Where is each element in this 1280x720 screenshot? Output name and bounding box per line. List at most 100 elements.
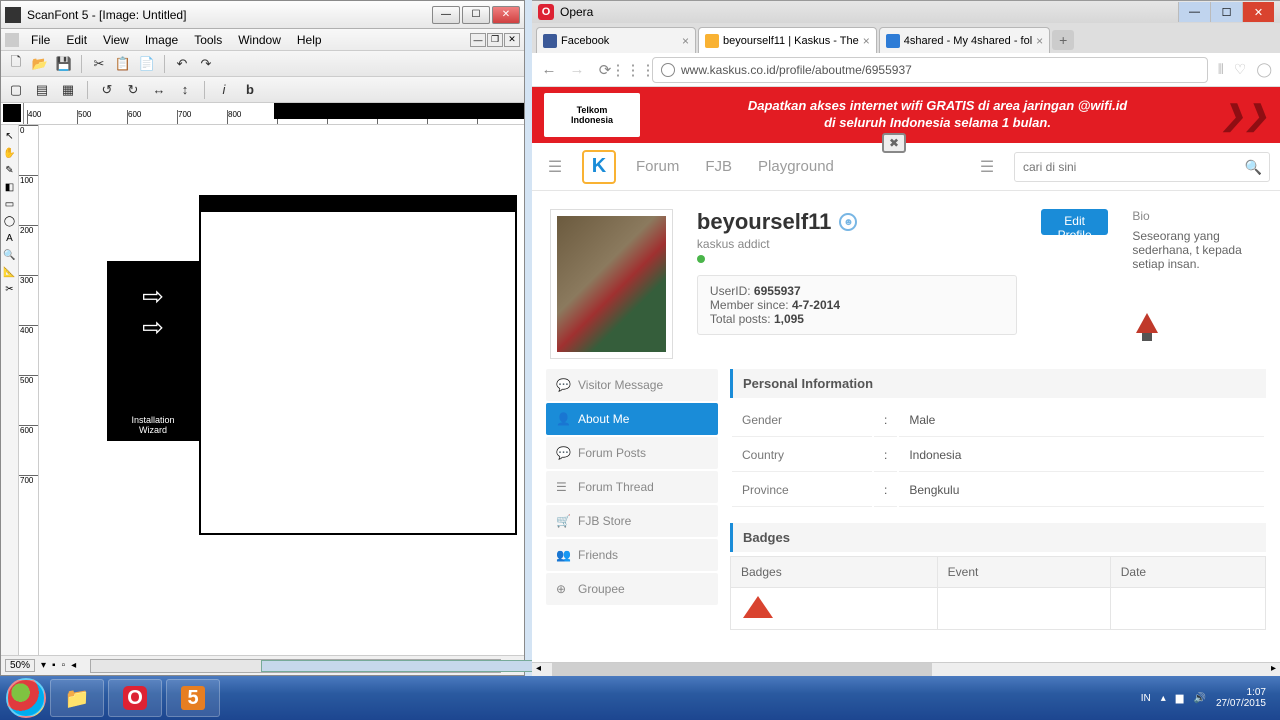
pointer-tool-icon[interactable]: ↖	[5, 131, 13, 142]
zoom-tool-icon[interactable]: 🔍	[3, 250, 15, 261]
search-input[interactable]	[1014, 152, 1270, 182]
ad-banner[interactable]: Telkom Indonesia Dapatkan akses internet…	[532, 87, 1280, 143]
tab-facebook[interactable]: Facebook ×	[536, 27, 696, 53]
menu-file[interactable]: File	[23, 31, 58, 49]
new-tab-button[interactable]: +	[1052, 30, 1074, 50]
url-input[interactable]: www.kaskus.co.id/profile/aboutme/6955937	[652, 57, 1208, 83]
save-icon[interactable]: 💾	[55, 55, 73, 73]
sidemenu-about-me[interactable]: 👤About Me	[546, 403, 718, 435]
menu-view[interactable]: View	[95, 31, 137, 49]
personal-info-heading: Personal Information	[730, 369, 1266, 398]
doc-minimize-button[interactable]: —	[470, 33, 486, 47]
tray-chevron-icon[interactable]: ▴	[1161, 693, 1166, 704]
menu-tools[interactable]: Tools	[186, 31, 230, 49]
menu-help[interactable]: Help	[289, 31, 330, 49]
maximize-button[interactable]: ☐	[462, 6, 490, 24]
menu-icon[interactable]: ☰	[974, 154, 1000, 180]
scroll-left-icon[interactable]: ◂	[536, 663, 541, 674]
undo-icon[interactable]: ↶	[173, 55, 191, 73]
tool-icon[interactable]: ▤	[33, 81, 51, 99]
paste-icon[interactable]: 📄	[138, 55, 156, 73]
scanfont-titlebar[interactable]: ScanFont 5 - [Image: Untitled] — ☐ ✕	[1, 1, 524, 29]
new-icon[interactable]: 🗋	[7, 55, 25, 73]
horizontal-scrollbar[interactable]	[90, 659, 501, 673]
close-ad-button[interactable]: ✖	[882, 133, 906, 153]
measure-tool-icon[interactable]: 📐	[3, 267, 15, 278]
rect-tool-icon[interactable]: ▭	[5, 199, 14, 210]
menu-icon[interactable]: ☰	[542, 154, 568, 180]
redo-icon[interactable]: ↷	[197, 55, 215, 73]
taskbar-explorer[interactable]: 📁	[50, 679, 104, 717]
zoom-level[interactable]: 50%	[5, 659, 35, 672]
sidemenu-forum-posts[interactable]: 💬Forum Posts	[546, 437, 718, 469]
maximize-button[interactable]: ☐	[1210, 2, 1242, 22]
bookmark-icon[interactable]: ⫴	[1218, 61, 1224, 78]
flip-icon[interactable]: ↕	[176, 81, 194, 99]
horizontal-scrollbar[interactable]: ◂ ▸	[532, 662, 1280, 676]
pen-tool-icon[interactable]: ✎	[5, 165, 13, 176]
minimize-button[interactable]: —	[1178, 2, 1210, 22]
doc-restore-button[interactable]: ❐	[487, 33, 503, 47]
bold-icon[interactable]: b	[241, 81, 259, 99]
kaskus-logo[interactable]: K	[582, 150, 616, 184]
close-tab-icon[interactable]: ×	[1036, 34, 1043, 48]
close-button[interactable]: ✕	[1242, 2, 1274, 22]
sidemenu-forum-thread[interactable]: ☰Forum Thread	[546, 471, 718, 503]
hand-tool-icon[interactable]: ✋	[3, 148, 15, 159]
opera-titlebar[interactable]: O Opera — ☐ ✕	[532, 1, 1280, 23]
open-icon[interactable]: 📂	[31, 55, 49, 73]
copy-icon[interactable]: 📋	[114, 55, 132, 73]
sidemenu-visitor-message[interactable]: 💬Visitor Message	[546, 369, 718, 401]
forward-button[interactable]: →	[568, 61, 586, 79]
sidemenu-groupee[interactable]: ⊕Groupee	[546, 573, 718, 605]
scroll-left-icon[interactable]: ◂	[71, 660, 76, 671]
text-tool-icon[interactable]: A	[6, 233, 13, 244]
close-button[interactable]: ✕	[492, 6, 520, 24]
close-tab-icon[interactable]: ×	[682, 34, 689, 48]
crop-tool-icon[interactable]: ✂	[5, 284, 13, 295]
nav-fjb[interactable]: FJB	[699, 154, 738, 179]
start-button[interactable]	[6, 678, 46, 718]
doc-close-button[interactable]: ✕	[504, 33, 520, 47]
speed-dial-icon[interactable]: ⋮⋮⋮	[624, 61, 642, 79]
rotate-ccw-icon[interactable]: ↺	[98, 81, 116, 99]
tab-4shared[interactable]: 4shared - My 4shared - fol ×	[879, 27, 1050, 53]
scroll-right-icon[interactable]: ▸	[1271, 663, 1276, 674]
color-swatch[interactable]	[1, 103, 23, 124]
menu-edit[interactable]: Edit	[58, 31, 95, 49]
tab-kaskus[interactable]: beyourself11 | Kaskus - The ×	[698, 27, 877, 53]
tool-icon[interactable]: ▦	[59, 81, 77, 99]
rotate-cw-icon[interactable]: ↻	[124, 81, 142, 99]
lang-indicator[interactable]: IN	[1141, 693, 1151, 704]
heart-icon[interactable]: ♡	[1234, 61, 1247, 78]
view-icon[interactable]: ▪	[52, 660, 56, 671]
tab-bar: Facebook × beyourself11 | Kaskus - The ×…	[532, 23, 1280, 53]
menu-image[interactable]: Image	[137, 31, 186, 49]
eraser-tool-icon[interactable]: ◧	[5, 182, 14, 193]
nav-playground[interactable]: Playground	[752, 154, 840, 179]
italic-icon[interactable]: i	[215, 81, 233, 99]
edit-profile-button[interactable]: Edit Profile	[1041, 209, 1108, 235]
menu-window[interactable]: Window	[230, 31, 289, 49]
canvas[interactable]: ⇨⇨ Installation Wizard	[39, 125, 524, 655]
chevron-down-icon[interactable]: ▾	[41, 660, 46, 671]
sidemenu-friends[interactable]: 👥Friends	[546, 539, 718, 571]
flip-icon[interactable]: ↔	[150, 81, 168, 99]
close-tab-icon[interactable]: ×	[863, 34, 870, 48]
taskbar-app[interactable]: 5	[166, 679, 220, 717]
address-bar: ← → ⟳ ⋮⋮⋮ www.kaskus.co.id/profile/about…	[532, 53, 1280, 87]
view-icon[interactable]: ▫	[62, 660, 66, 671]
back-button[interactable]: ←	[540, 61, 558, 79]
user-icon[interactable]: ◯	[1256, 61, 1272, 78]
nav-forum[interactable]: Forum	[630, 154, 685, 179]
tool-icon[interactable]: ▢	[7, 81, 25, 99]
taskbar-opera[interactable]: O	[108, 679, 162, 717]
flag-icon[interactable]: ▆	[1176, 693, 1184, 704]
ellipse-tool-icon[interactable]: ◯	[4, 216, 15, 227]
minimize-button[interactable]: —	[432, 6, 460, 24]
clock[interactable]: 1:07 27/07/2015	[1216, 687, 1266, 709]
cut-icon[interactable]: ✂	[90, 55, 108, 73]
volume-icon[interactable]: 🔊	[1193, 693, 1205, 704]
sidemenu-fjb-store[interactable]: 🛒FJB Store	[546, 505, 718, 537]
search-icon[interactable]: 🔍	[1245, 159, 1262, 176]
